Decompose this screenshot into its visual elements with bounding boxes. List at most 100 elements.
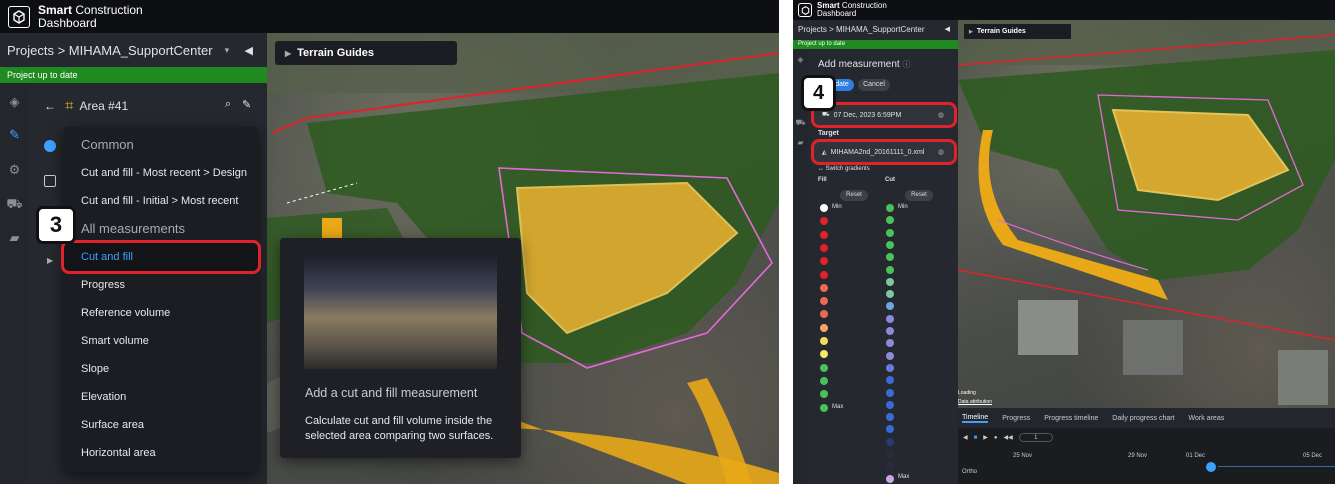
- reference-surface-field[interactable]: ⛟ 07 Dec, 2023 6:59PM ◍: [811, 102, 957, 128]
- gradient-swatch[interactable]: [820, 376, 828, 385]
- gradient-swatch[interactable]: [886, 388, 894, 397]
- expand-arrow-icon[interactable]: ▶: [47, 256, 53, 265]
- gradient-swatch[interactable]: [820, 363, 828, 372]
- collapse-icon[interactable]: ◀: [945, 20, 950, 40]
- back-arrow-icon[interactable]: ←: [44, 99, 56, 113]
- menu-item-smart-volume[interactable]: Smart volume: [64, 327, 258, 355]
- gradient-swatch[interactable]: [820, 323, 828, 332]
- menu-item-progress[interactable]: Progress: [64, 271, 258, 299]
- gradient-swatch[interactable]: [886, 351, 894, 360]
- delete-icon[interactable]: ◍: [938, 148, 944, 156]
- machine-icon[interactable]: ⛟: [793, 118, 808, 128]
- zoom-icon[interactable]: ⌕: [225, 98, 231, 111]
- tab-timeline[interactable]: Timeline: [962, 414, 989, 423]
- project-breadcrumb[interactable]: Projects > MIHAMA_SupportCenter ▾ ◀: [0, 33, 267, 67]
- machine-icon[interactable]: ⛟: [0, 196, 29, 214]
- tab-work-areas[interactable]: Work areas: [1189, 415, 1225, 422]
- menu-item-cut-fill-initial-recent[interactable]: Cut and fill - Initial > Most recent: [64, 187, 258, 215]
- gradient-swatch[interactable]: [820, 230, 828, 239]
- gradient-swatch[interactable]: [886, 376, 894, 385]
- gradient-swatch[interactable]: [820, 337, 828, 345]
- gradient-swatch[interactable]: [820, 243, 828, 252]
- folder-icon[interactable]: ▰: [793, 138, 808, 147]
- gradient-swatch[interactable]: [886, 216, 894, 225]
- map-view[interactable]: ▶ Terrain Guides Loading Data attribution: [958, 20, 1335, 408]
- edit-pencil-icon[interactable]: ✎: [242, 98, 251, 111]
- gradient-swatch[interactable]: [886, 339, 894, 348]
- gradient-swatch[interactable]: [886, 204, 894, 212]
- play-icon[interactable]: ▶: [983, 434, 988, 441]
- chevron-down-icon[interactable]: ▾: [225, 45, 230, 56]
- brand-name: Smart Construction Dashboard: [817, 0, 887, 18]
- breadcrumb-text: Projects > MIHAMA_SupportCenter: [798, 25, 925, 34]
- menu-item-cut-and-fill[interactable]: Cut and fill: [61, 240, 261, 274]
- menu-item-horizontal-area[interactable]: Horizontal area: [64, 439, 258, 467]
- page-input[interactable]: 1: [1018, 433, 1053, 442]
- gradient-swatch[interactable]: [886, 228, 894, 237]
- menu-item-cut-fill-recent-design[interactable]: Cut and fill - Most recent > Design: [64, 159, 258, 187]
- app-header: Smart Construction Dashboard: [0, 0, 779, 33]
- gradient-swatch[interactable]: [820, 257, 828, 266]
- gradient-swatch[interactable]: [820, 204, 828, 212]
- gradient-swatch[interactable]: [886, 290, 894, 299]
- layers-icon[interactable]: ◈: [793, 55, 808, 64]
- step-badge: 4: [801, 75, 836, 111]
- gradient-swatch[interactable]: [886, 462, 894, 471]
- gradient-swatch[interactable]: [886, 400, 894, 409]
- cancel-button[interactable]: Cancel: [858, 79, 890, 91]
- gradient-swatch[interactable]: [886, 413, 894, 422]
- layers-icon[interactable]: ◈: [0, 94, 29, 110]
- project-breadcrumb[interactable]: Projects > MIHAMA_SupportCenter ◀: [793, 20, 958, 40]
- gradient-swatch[interactable]: [886, 314, 894, 323]
- gradient-swatch[interactable]: [886, 327, 894, 335]
- menu-item-surface-area[interactable]: Surface area: [64, 411, 258, 439]
- gradient-swatch[interactable]: [886, 474, 894, 483]
- switch-gradients-link[interactable]: ↔ Switch gradients: [818, 166, 870, 172]
- tab-progress[interactable]: Progress: [1002, 415, 1030, 422]
- prev-icon[interactable]: ◀: [963, 434, 968, 441]
- gradient-swatch[interactable]: [820, 283, 828, 292]
- gradient-swatch[interactable]: [820, 217, 828, 226]
- gradient-swatch[interactable]: [886, 437, 894, 446]
- target-surface-field[interactable]: ◭ MIHAMA2nd_20161111_0.xml ◍: [811, 139, 957, 165]
- measure-tools-icon[interactable]: ✎: [0, 127, 29, 143]
- folder-icon[interactable]: ▰: [0, 230, 29, 246]
- terrain-guides-toggle[interactable]: ▶ Terrain Guides: [964, 24, 1071, 39]
- icon-rail: ◈ ✎ ⚙ ⛟ ▰: [0, 33, 29, 484]
- menu-item-elevation[interactable]: Elevation: [64, 383, 258, 411]
- gradient-swatch[interactable]: [886, 240, 894, 249]
- brand-name: Smart Construction Dashboard: [38, 2, 143, 30]
- gradient-swatch[interactable]: [886, 363, 894, 372]
- gradient-swatch[interactable]: [820, 310, 828, 319]
- collapse-icon[interactable]: ◀: [245, 44, 253, 57]
- gradient-swatch[interactable]: [886, 425, 894, 434]
- menu-item-reference-volume[interactable]: Reference volume: [64, 299, 258, 327]
- stop-icon[interactable]: ■: [974, 435, 978, 441]
- rewind-icon[interactable]: ◀◀: [1004, 434, 1013, 441]
- checkbox[interactable]: [44, 175, 56, 187]
- gradient-swatch[interactable]: [820, 403, 828, 412]
- bottom-tabs: Timeline Progress Progress timeline Dail…: [958, 408, 1335, 428]
- gradient-swatch[interactable]: [886, 277, 894, 286]
- fill-reset-button[interactable]: Reset: [840, 190, 868, 201]
- gradient-swatch[interactable]: [820, 350, 828, 359]
- cut-reset-button[interactable]: Reset: [905, 190, 933, 201]
- gradient-swatch[interactable]: [820, 297, 828, 306]
- data-attribution-link[interactable]: Data attribution: [958, 399, 992, 405]
- timeline-marker[interactable]: [1206, 462, 1216, 472]
- gradient-swatch[interactable]: [886, 253, 894, 262]
- tab-progress-timeline[interactable]: Progress timeline: [1044, 415, 1098, 422]
- add-measurement-icon[interactable]: [44, 140, 56, 152]
- timeline-date: 01 Dec: [1186, 453, 1206, 459]
- gradient-swatch[interactable]: [886, 450, 894, 458]
- gradient-swatch[interactable]: [886, 265, 894, 274]
- delete-icon[interactable]: ◍: [938, 111, 944, 119]
- record-icon[interactable]: ●: [994, 435, 998, 441]
- menu-item-slope[interactable]: Slope: [64, 355, 258, 383]
- gear-icon[interactable]: ⚙: [0, 162, 29, 178]
- gradient-swatch[interactable]: [820, 270, 828, 279]
- terrain-guides-toggle[interactable]: ▶ Terrain Guides: [275, 41, 457, 65]
- gradient-swatch[interactable]: [886, 302, 894, 311]
- gradient-swatch[interactable]: [820, 390, 828, 399]
- tab-daily-progress-chart[interactable]: Daily progress chart: [1112, 415, 1174, 422]
